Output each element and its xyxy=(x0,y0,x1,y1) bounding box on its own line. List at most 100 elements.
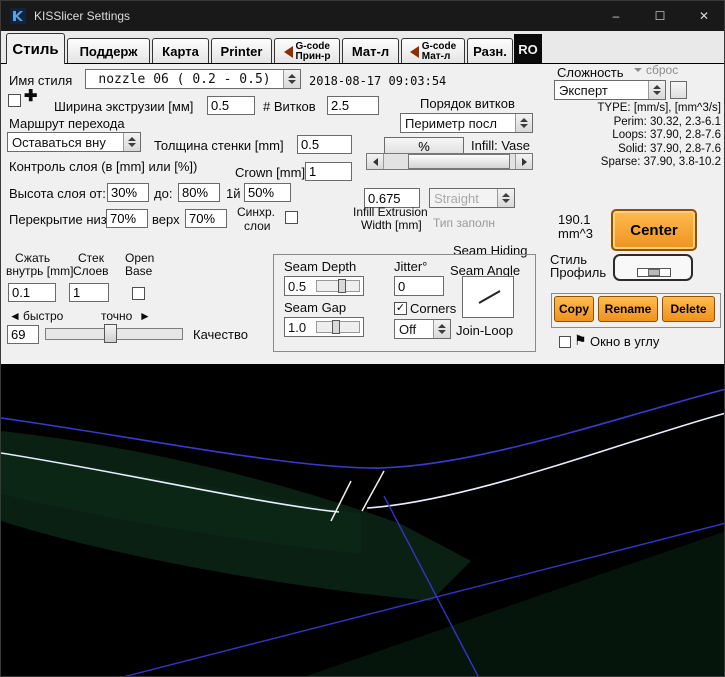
layer-control-label: Контроль слоя (в [mm] или [%]) xyxy=(9,159,197,174)
app-icon xyxy=(10,8,26,24)
tab-style[interactable]: Стиль xyxy=(6,33,65,64)
extrusion-width-input[interactable] xyxy=(207,96,255,115)
bed-graphic xyxy=(613,254,693,281)
infill-slider[interactable] xyxy=(366,153,533,170)
tab-map-label: Карта xyxy=(162,44,199,59)
combo-arrows-icon[interactable] xyxy=(515,114,532,132)
infill-slider-track[interactable] xyxy=(384,154,515,169)
precise-label: точно xyxy=(101,309,132,323)
infill-style-select[interactable]: Straight xyxy=(429,188,515,208)
speed-info-type: TYPE: [mm/s], [mm^3/s] xyxy=(549,102,721,116)
bed-slider-thumb[interactable] xyxy=(648,269,660,276)
tab-support-label: Поддерж xyxy=(80,44,138,59)
crown-label: Crown [mm] xyxy=(235,165,305,180)
corners-checkbox[interactable]: ✓ xyxy=(394,302,407,315)
speed-info-solid: Solid: 37.90, 2.8-7.6 xyxy=(549,143,721,157)
seam-depth-label: Seam Depth xyxy=(284,259,356,274)
infill-extrusion-label-line1: Infill Extrusion xyxy=(353,205,428,219)
overlap-top-input[interactable] xyxy=(185,209,227,228)
combo-arrows-icon[interactable] xyxy=(433,320,450,338)
minimize-button[interactable]: – xyxy=(594,1,638,31)
num-loops-label: # Витков xyxy=(263,99,316,114)
stack-input[interactable] xyxy=(69,283,109,302)
infill-type-label: Тип заполн xyxy=(433,216,495,230)
seam-depth-slider[interactable] xyxy=(316,280,360,292)
seam-depth-input[interactable]: 0.5 xyxy=(284,276,364,296)
seam-depth-value: 0.5 xyxy=(285,279,316,294)
overlap-top-label: верх xyxy=(152,212,180,227)
complexity-extra-button[interactable] xyxy=(670,81,687,99)
reset-arrow-icon[interactable] xyxy=(634,68,642,72)
tab-map[interactable]: Карта xyxy=(152,38,209,64)
copy-button[interactable]: Copy xyxy=(554,296,594,322)
tab-printer[interactable]: Printer xyxy=(211,38,272,64)
viewport-3d[interactable] xyxy=(1,364,725,677)
join-loop-select[interactable]: Off xyxy=(394,319,451,339)
maximize-button[interactable]: ☐ xyxy=(638,1,682,31)
rename-button[interactable]: Rename xyxy=(598,296,658,322)
add-style-icon[interactable]: ✚ xyxy=(24,86,37,106)
center-button[interactable]: Center xyxy=(611,209,697,251)
infill-style-value: Straight xyxy=(430,191,497,206)
tab-support[interactable]: Поддерж xyxy=(67,38,150,64)
corner-window-checkbox[interactable] xyxy=(559,336,571,348)
combo-arrows-icon[interactable] xyxy=(123,133,140,151)
complexity-value: Эксперт xyxy=(555,83,648,98)
scroll-right-icon[interactable] xyxy=(515,154,532,169)
tab-style-label: Стиль xyxy=(12,41,58,58)
seam-gap-value: 1.0 xyxy=(285,320,316,335)
tab-misc[interactable]: Разн. xyxy=(467,38,513,64)
open-base-checkbox[interactable] xyxy=(132,287,145,300)
volume-unit: mm^3 xyxy=(558,226,593,241)
wipe-route-select[interactable]: Оставаться вну xyxy=(7,132,141,152)
style-name-select[interactable]: nozzle 06 ( 0.2 - 0.5) xyxy=(85,69,301,89)
scroll-left-icon[interactable] xyxy=(367,154,384,169)
tab-gcode-printer[interactable]: G-code Прин-р xyxy=(274,38,340,64)
profile-label-line2: Профиль xyxy=(550,265,606,280)
complexity-select[interactable]: Эксперт xyxy=(554,80,666,100)
first-layer-input[interactable] xyxy=(244,183,291,202)
seam-gap-slider[interactable] xyxy=(316,321,360,333)
first-layer-label: 1й xyxy=(226,186,241,201)
combo-arrows-icon xyxy=(497,189,514,207)
style-name-label: Имя стиля xyxy=(9,73,72,88)
kisslicer-settings-window: KISSlicer Settings – ☐ ✕ Стиль Поддерж К… xyxy=(0,0,725,677)
loop-order-label: Порядок витков xyxy=(420,96,515,111)
layer-to-input[interactable] xyxy=(178,183,220,202)
seam-angle-button[interactable] xyxy=(462,276,514,318)
infill-slider-thumb[interactable] xyxy=(408,154,510,169)
layer-from-input[interactable] xyxy=(107,183,149,202)
overlap-bottom-input[interactable] xyxy=(106,209,148,228)
delete-button[interactable]: Delete xyxy=(662,296,715,322)
loop-order-select[interactable]: Периметр посл xyxy=(400,113,533,133)
layer-to-label: до: xyxy=(154,186,172,201)
wall-thickness-input[interactable] xyxy=(297,135,352,154)
combo-arrows-icon[interactable] xyxy=(648,81,665,99)
close-button[interactable]: ✕ xyxy=(682,1,725,31)
wipe-route-label: Маршрут перехода xyxy=(9,116,125,131)
jitter-input[interactable] xyxy=(394,276,444,296)
seam-gap-label: Seam Gap xyxy=(284,300,346,315)
sync-layers-checkbox[interactable] xyxy=(285,211,298,224)
seam-gap-input[interactable]: 1.0 xyxy=(284,317,364,337)
combo-arrows-icon[interactable] xyxy=(283,70,300,88)
bed-slider[interactable] xyxy=(637,268,671,277)
quality-slider-thumb[interactable] xyxy=(104,324,117,343)
wipe-route-value: Оставаться вну xyxy=(8,135,123,150)
tab-material[interactable]: Мат-л xyxy=(342,38,399,64)
quality-slider[interactable] xyxy=(45,328,183,340)
quality-input[interactable] xyxy=(7,325,39,344)
window-title: KISSlicer Settings xyxy=(34,9,130,23)
wall-thickness-label: Толщина стенки [mm] xyxy=(154,138,284,153)
reset-label[interactable]: сброс xyxy=(646,63,678,77)
inset-input[interactable] xyxy=(8,283,56,302)
tab-gcode-material[interactable]: G-code Мат-л xyxy=(401,38,465,64)
tab-clipped[interactable]: RO xyxy=(514,34,542,64)
style-lock-checkbox[interactable] xyxy=(8,94,21,107)
flag-icon: ⚑ xyxy=(574,332,587,349)
num-loops-input[interactable] xyxy=(327,96,379,115)
crown-input[interactable] xyxy=(305,162,352,181)
arrow-left-icon xyxy=(284,46,293,58)
join-loop-value: Off xyxy=(395,322,433,337)
title-bar[interactable]: KISSlicer Settings – ☐ ✕ xyxy=(1,1,725,31)
